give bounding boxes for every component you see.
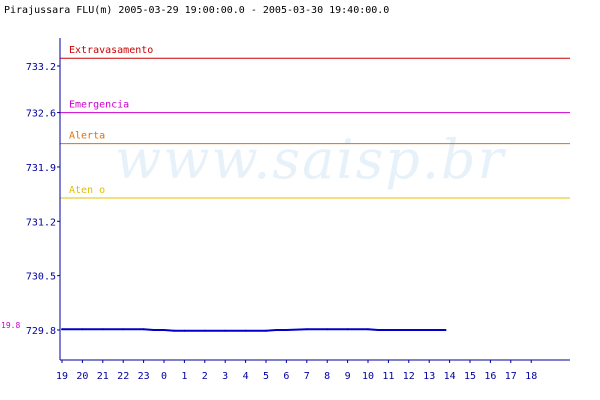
series-point-0-10 [224, 329, 227, 332]
x-tick-label-19: 14 [444, 371, 456, 382]
y-tick-label-5: 729.8 [26, 326, 56, 337]
x-tick-label-12: 7 [304, 371, 310, 382]
threshold-label-2: Alerta [69, 131, 105, 142]
y-tick-label-0: 733.2 [26, 62, 56, 73]
current-value-label: 19.8 [1, 321, 20, 330]
chart-title: Pirajussara FLU(m) 2005-03-29 19:00:00.0… [4, 5, 389, 16]
series-point-0-8 [183, 329, 186, 332]
threshold-label-0: Extravasamento [69, 45, 153, 56]
y-axis-ticks: 733.2 732.6 731.9 731.2 730.5 729.8 [26, 62, 60, 337]
x-axis-ticks: 19 20 21 22 23 0 1 2 3 4 5 6 7 8 9 10 11 12 13 14 15 16 17 18 [56, 360, 537, 382]
series-point-0-14 [285, 329, 288, 331]
x-tick-label-2: 21 [97, 371, 109, 382]
x-tick-label-11: 6 [283, 371, 289, 382]
series-point-0-11 [244, 329, 247, 332]
series-point-0-2 [101, 328, 104, 331]
y-tick-label-3: 731.2 [26, 217, 56, 228]
x-tick-label-7: 2 [202, 371, 208, 382]
series-point-0-7 [173, 329, 176, 332]
y-tick-label-1: 732.6 [26, 109, 56, 120]
y-tick-label-2: 731.9 [26, 163, 56, 174]
x-tick-label-17: 12 [403, 371, 415, 382]
x-tick-label-8: 3 [222, 371, 228, 382]
series-point-0-21 [407, 329, 410, 331]
series-point-0-12 [265, 329, 267, 332]
series-point-0-19 [377, 329, 380, 331]
x-tick-label-0: 19 [56, 371, 68, 382]
series-point-0-18 [367, 328, 369, 331]
x-tick-label-1: 20 [76, 371, 88, 382]
series-point-0-20 [387, 329, 390, 331]
watermark-text: www.saisp.br [115, 128, 507, 191]
level-chart: Pirajussara FLU(m) 2005-03-29 19:00:00.0… [1, 5, 570, 382]
series-point-0-23 [444, 329, 447, 331]
x-tick-label-22: 17 [505, 371, 517, 382]
x-tick-label-6: 1 [181, 371, 187, 382]
data-series [61, 328, 447, 332]
x-tick-label-13: 8 [324, 371, 330, 382]
x-tick-label-15: 10 [362, 371, 374, 382]
threshold-label-1: Emergencia [69, 100, 129, 111]
x-tick-label-14: 9 [345, 371, 351, 382]
x-tick-label-5: 0 [161, 371, 167, 382]
series-point-0-1 [81, 328, 84, 331]
series-point-0-16 [326, 328, 329, 331]
x-tick-label-10: 5 [263, 371, 269, 382]
x-tick-label-20: 15 [464, 371, 476, 382]
series-point-0-17 [346, 328, 349, 331]
series-point-0-15 [305, 328, 308, 331]
chart-axes [59, 38, 570, 361]
x-tick-label-9: 4 [243, 371, 249, 382]
x-tick-label-16: 11 [382, 371, 394, 382]
series-point-0-4 [142, 328, 145, 331]
threshold-label-3: Aten o [69, 185, 105, 196]
x-tick-label-21: 16 [484, 371, 496, 382]
series-point-0-0 [61, 328, 63, 331]
x-tick-label-4: 23 [138, 371, 150, 382]
x-tick-label-23: 18 [525, 371, 537, 382]
series-point-0-9 [203, 329, 206, 332]
series-point-0-6 [163, 329, 165, 331]
series-point-0-22 [428, 329, 431, 331]
series-point-0-13 [275, 329, 278, 331]
x-tick-label-18: 13 [423, 371, 435, 382]
series-point-0-3 [122, 328, 125, 331]
series-point-0-5 [152, 329, 155, 331]
y-tick-label-4: 730.5 [26, 272, 56, 283]
chart-container: Pirajussara FLU(m) 2005-03-29 19:00:00.0… [0, 0, 600, 400]
x-tick-label-3: 22 [117, 371, 129, 382]
